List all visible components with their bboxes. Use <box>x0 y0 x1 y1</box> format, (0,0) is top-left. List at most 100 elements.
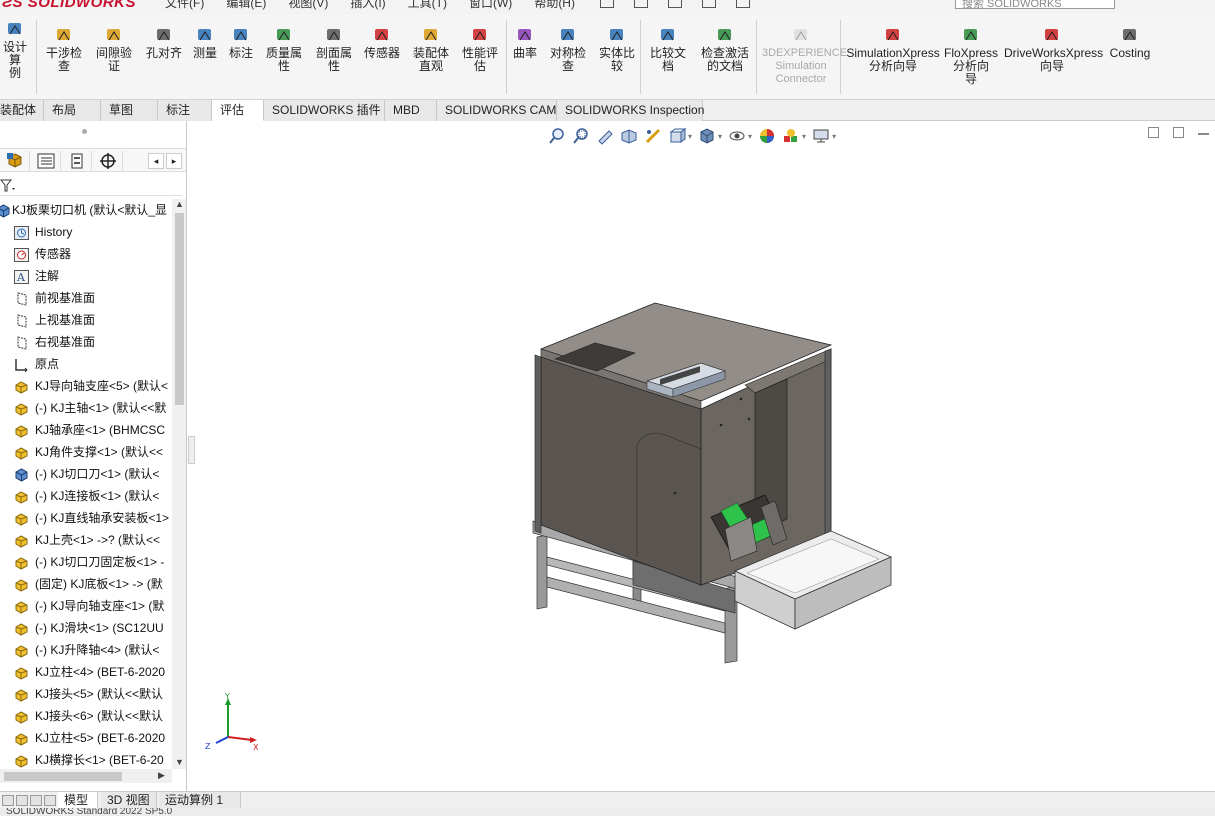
print-icon[interactable] <box>702 0 716 8</box>
ribbon-button[interactable]: 标注 <box>224 26 258 60</box>
tree-item[interactable]: (-) KJ直线轴承安装板<1> <box>0 507 172 529</box>
save-icon[interactable] <box>668 0 682 8</box>
panel-grip[interactable] <box>82 129 87 134</box>
dimxpert-tab[interactable] <box>93 151 123 171</box>
ribbon-button[interactable]: 孔对齐 <box>142 26 186 60</box>
display-style-icon[interactable] <box>698 127 716 145</box>
ribbon-button[interactable]: FloXpress 分析向 导 <box>942 26 1000 86</box>
ribbon-tab[interactable]: SOLIDWORKS Inspection <box>557 100 704 121</box>
tree-item[interactable]: (-) KJ导向轴支座<1> (默 <box>0 595 172 617</box>
menu-item[interactable]: 文件(F) <box>165 0 204 11</box>
menu-item[interactable]: 帮助(H) <box>534 0 575 11</box>
ribbon-button[interactable]: 剖面属 性 <box>310 26 358 73</box>
panel-tabs-scroll-right[interactable]: ▸ <box>166 153 182 169</box>
ribbon-button[interactable]: 检查激活 的文档 <box>694 26 756 73</box>
tree-item[interactable]: A 注解 <box>0 265 172 287</box>
ribbon-tab[interactable]: SOLIDWORKS 插件 <box>264 100 385 121</box>
minimize-view-icon[interactable] <box>1198 133 1209 135</box>
next-tab-button[interactable] <box>30 795 42 806</box>
edit-appearance-icon[interactable] <box>758 127 776 145</box>
ribbon-button[interactable]: 间隙验 证 <box>92 26 136 73</box>
tree-item[interactable]: KJ轴承座<1> (BHMCSC <box>0 419 172 441</box>
tree-filter[interactable] <box>0 176 182 196</box>
scroll-up-icon[interactable]: ▲ <box>175 199 184 209</box>
property-manager-tab[interactable] <box>31 151 61 171</box>
view-settings-caret-icon[interactable]: ▾ <box>832 132 836 141</box>
tree-item[interactable]: (-) KJ主轴<1> (默认<<默 <box>0 397 172 419</box>
tree-item[interactable]: 上视基准面 <box>0 309 172 331</box>
tree-vertical-scrollbar[interactable]: ▲ ▼ <box>172 199 186 769</box>
ribbon-button[interactable]: 性能评 估 <box>458 26 502 73</box>
ribbon-tab[interactable]: SOLIDWORKS CAM <box>437 100 557 121</box>
select-icon[interactable] <box>736 0 750 8</box>
hide-show-caret-icon[interactable]: ▾ <box>748 132 752 141</box>
ribbon-tab[interactable]: 布局 <box>44 100 101 121</box>
tree-item[interactable]: KJ接头<5> (默认<<默认 <box>0 683 172 705</box>
ribbon-button[interactable]: 质量属 性 <box>260 26 308 73</box>
scroll-down-icon[interactable]: ▼ <box>175 757 184 767</box>
search-input[interactable]: 搜索 SOLIDWORKS <box>955 0 1115 10</box>
tree-item[interactable]: KJ上壳<1> ->? (默认<< <box>0 529 172 551</box>
view-orientation-caret-icon[interactable]: ▾ <box>688 132 692 141</box>
tree-item[interactable]: KJ角件支撑<1> (默认<< <box>0 441 172 463</box>
menu-item[interactable]: 视图(V) <box>288 0 328 11</box>
ribbon-tab[interactable]: MBD <box>385 100 437 121</box>
solidworks-logo[interactable]: ƧS SOLIDWORKS <box>2 0 136 11</box>
bottom-tab[interactable]: 模型 <box>58 792 98 809</box>
tree-item[interactable]: 前视基准面 <box>0 287 172 309</box>
tree-vertical-scroll-thumb[interactable] <box>175 213 184 405</box>
ribbon-button[interactable]: 干涉检 查 <box>42 26 86 73</box>
ribbon-button[interactable]: Costing <box>1104 26 1156 60</box>
ribbon-tab[interactable]: 评估 <box>212 100 264 121</box>
menu-item[interactable]: 窗口(W) <box>469 0 512 11</box>
tile-left-icon[interactable] <box>1148 127 1159 138</box>
tree-item[interactable]: KJ横撑长<1> (BET-6-20 <box>0 749 172 769</box>
ribbon-button[interactable]: 实体比 较 <box>594 26 640 73</box>
configuration-manager-tab[interactable] <box>62 151 92 171</box>
ribbon-button[interactable]: 3DEXPERIENCE Simulation Connector <box>762 26 847 86</box>
last-tab-button[interactable] <box>44 795 56 806</box>
previous-tab-button[interactable] <box>16 795 28 806</box>
hide-show-items-icon[interactable] <box>728 127 746 145</box>
apply-scene-icon[interactable] <box>782 127 800 145</box>
ribbon-button[interactable]: 装配体 直观 <box>407 26 455 73</box>
dynamic-annotation-icon[interactable] <box>644 127 662 145</box>
tree-item[interactable]: KJ立柱<4> (BET-6-2020 <box>0 661 172 683</box>
zoom-to-fit-icon[interactable] <box>548 127 566 145</box>
ribbon-button[interactable]: 设计算 例 <box>0 20 30 80</box>
display-style-caret-icon[interactable]: ▾ <box>718 132 722 141</box>
tree-item[interactable]: KJ立柱<5> (BET-6-2020 <box>0 727 172 749</box>
tree-item[interactable]: 原点 <box>0 353 172 375</box>
panel-collapse-handle[interactable] <box>188 436 195 464</box>
tree-item[interactable]: (-) KJ切口刀<1> (默认< <box>0 463 172 485</box>
tree-item[interactable]: 右视基准面 <box>0 331 172 353</box>
tree-item[interactable]: (-) KJ升降轴<4> (默认< <box>0 639 172 661</box>
tree-item[interactable]: (-) KJ连接板<1> (默认< <box>0 485 172 507</box>
assembly-3d-model[interactable] <box>525 289 945 669</box>
menu-item[interactable]: 插入(I) <box>350 0 385 11</box>
ribbon-button[interactable]: 传感器 <box>360 26 404 60</box>
section-view-icon[interactable] <box>620 127 638 145</box>
menu-item[interactable]: 工具(T) <box>408 0 447 11</box>
zoom-to-area-icon[interactable] <box>572 127 590 145</box>
tree-item[interactable]: 传感器 <box>0 243 172 265</box>
tree-item[interactable]: History <box>0 221 172 243</box>
view-orientation-icon[interactable] <box>668 127 686 145</box>
ribbon-button[interactable]: DriveWorksXpress 向导 <box>1004 26 1103 73</box>
tree-horizontal-scroll-thumb[interactable] <box>4 772 122 781</box>
view-settings-icon[interactable] <box>812 127 830 145</box>
ribbon-tab[interactable]: 装配体 <box>0 100 44 121</box>
tile-right-icon[interactable] <box>1173 127 1184 138</box>
bottom-tab[interactable]: 运动算例 1 <box>159 792 241 809</box>
apply-scene-caret-icon[interactable]: ▾ <box>802 132 806 141</box>
new-document-icon[interactable] <box>600 0 614 8</box>
first-tab-button[interactable] <box>2 795 14 806</box>
feature-manager-tab[interactable] <box>0 151 30 171</box>
ribbon-button[interactable]: 对称检 查 <box>545 26 591 73</box>
bottom-tab[interactable]: 3D 视图 <box>101 792 157 809</box>
panel-tabs-scroll-left[interactable]: ◂ <box>148 153 164 169</box>
tree-root-item[interactable]: KJ板栗切口机 (默认<默认_显 <box>0 199 172 221</box>
ribbon-tab[interactable]: 标注 <box>158 100 212 121</box>
previous-view-icon[interactable] <box>596 127 614 145</box>
tree-item[interactable]: (固定) KJ底板<1> -> (默 <box>0 573 172 595</box>
